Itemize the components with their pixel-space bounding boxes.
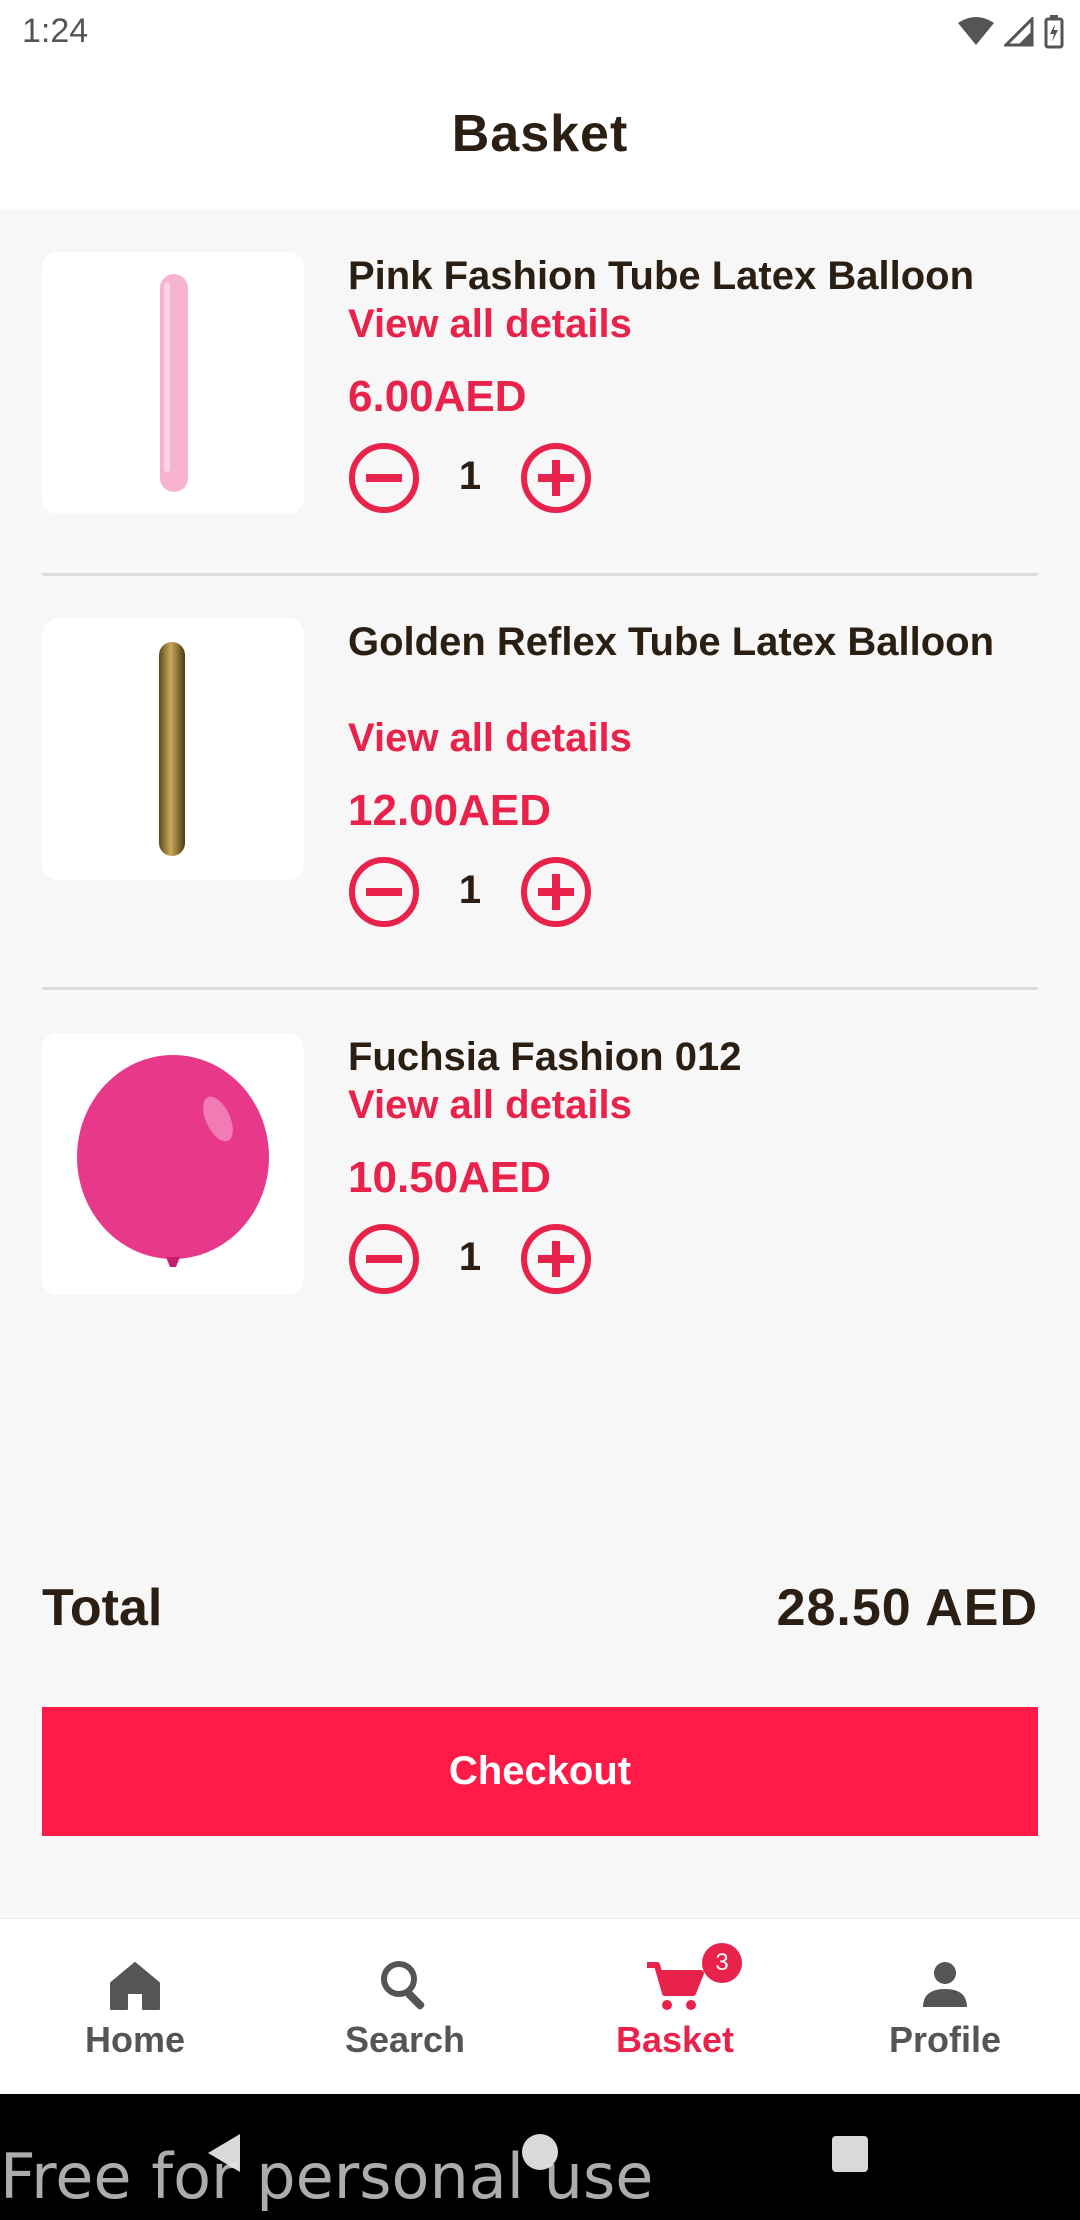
decrease-quantity-button[interactable] <box>348 442 420 514</box>
view-details-link[interactable]: View all details <box>348 716 632 761</box>
app-bar: Basket <box>0 66 1080 210</box>
product-image[interactable] <box>42 618 304 880</box>
quantity-value: 1 <box>458 1235 482 1279</box>
fuchsia-balloon-image <box>77 1055 269 1267</box>
decrease-quantity-button[interactable] <box>348 856 420 928</box>
nav-item-home[interactable]: Home <box>0 1919 270 2095</box>
status-bar: 1:24 <box>0 0 1080 66</box>
decrease-quantity-button[interactable] <box>348 1223 420 1295</box>
basket-item: Golden Reflex Tube Latex Balloon View al… <box>42 618 1038 968</box>
total-value: 28.50 AED <box>776 1579 1038 1637</box>
product-name: Pink Fashion Tube Latex Balloon <box>348 254 974 298</box>
checkout-button[interactable]: Checkout <box>42 1707 1038 1836</box>
total-label: Total <box>42 1579 163 1637</box>
page-title: Basket <box>451 105 629 163</box>
nav-label: Basket <box>615 2019 735 2060</box>
product-name: Fuchsia Fashion 012 <box>348 1035 742 1079</box>
quantity-value: 1 <box>458 454 482 498</box>
product-image[interactable] <box>42 252 304 514</box>
nav-item-search[interactable]: Search <box>270 1919 540 2095</box>
product-price: 6.00AED <box>348 372 527 421</box>
cart-icon <box>647 1962 704 2010</box>
recents-icon[interactable] <box>830 2134 870 2174</box>
nav-item-profile[interactable]: Profile <box>810 1919 1080 2095</box>
nav-label: Profile <box>888 2019 1002 2060</box>
view-details-link[interactable]: View all details <box>348 1083 632 1128</box>
bottom-nav: Home Search 3 Basket Profile <box>0 1918 1080 2095</box>
search-icon <box>381 1961 425 2010</box>
nav-item-basket[interactable]: 3 Basket <box>540 1919 810 2095</box>
battery-icon <box>1044 15 1064 49</box>
increase-quantity-button[interactable] <box>520 1223 592 1295</box>
product-name: Golden Reflex Tube Latex Balloon <box>348 620 995 664</box>
status-time: 1:24 <box>22 12 89 50</box>
product-image[interactable] <box>42 1033 304 1295</box>
view-details-link[interactable]: View all details <box>348 302 632 347</box>
status-icons <box>958 14 1064 50</box>
home-icon <box>110 1962 160 2010</box>
quantity-stepper: 1 <box>348 856 608 928</box>
nav-label: Home <box>84 2019 186 2060</box>
nav-label: Search <box>344 2019 466 2060</box>
person-icon <box>923 1962 967 2007</box>
pink-tube-balloon-image <box>160 274 188 492</box>
basket-item: Pink Fashion Tube Latex Balloon View all… <box>42 252 1038 552</box>
wifi-icon <box>958 17 994 45</box>
increase-quantity-button[interactable] <box>520 442 592 514</box>
quantity-stepper: 1 <box>348 442 608 514</box>
increase-quantity-button[interactable] <box>520 856 592 928</box>
quantity-value: 1 <box>458 868 482 912</box>
basket-item: Fuchsia Fashion 012 View all details 10.… <box>42 1033 1038 1333</box>
watermark-text: Free for personal use <box>0 2140 654 2213</box>
product-price: 12.00AED <box>348 786 552 835</box>
quantity-stepper: 1 <box>348 1223 608 1295</box>
product-price: 10.50AED <box>348 1153 552 1202</box>
signal-icon <box>1004 17 1034 47</box>
golden-tube-balloon-image <box>159 642 185 856</box>
cart-badge: 3 <box>702 1943 742 1983</box>
divider <box>42 573 1038 576</box>
divider <box>42 987 1038 990</box>
